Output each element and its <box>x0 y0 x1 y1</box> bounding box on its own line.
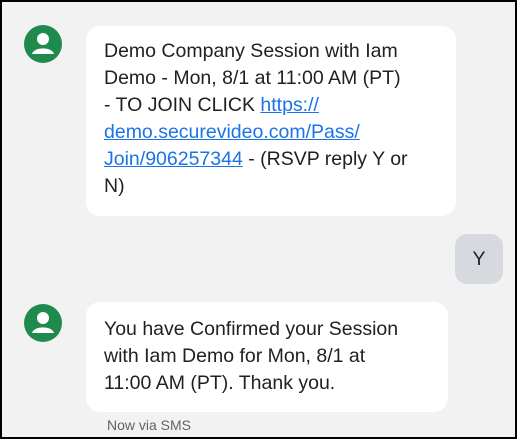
contact-avatar-icon[interactable] <box>24 304 62 342</box>
outgoing-message-bubble[interactable]: Y <box>455 234 503 284</box>
message-line: 11:00 AM (PT). Thank you. <box>104 372 336 394</box>
incoming-message-bubble[interactable]: You have Confirmed your Session with Iam… <box>86 302 448 412</box>
person-icon <box>32 33 54 54</box>
message-thread: Demo Company Session with Iam Demo - Mon… <box>0 0 517 439</box>
message-line: Join/906257344 - (RSVP reply Y or <box>104 146 442 173</box>
message-text: Y <box>472 248 486 270</box>
session-join-link[interactable]: demo.securevideo.com/Pass/ <box>104 121 360 143</box>
message-text: - (RSVP reply Y or <box>242 148 408 170</box>
session-join-link[interactable]: Join/906257344 <box>104 148 243 170</box>
incoming-message-bubble[interactable]: Demo Company Session with Iam Demo - Mon… <box>86 26 456 216</box>
message-line: Demo Company Session with Iam <box>104 40 398 62</box>
message-line: - TO JOIN CLICK https:// <box>104 92 442 119</box>
message-timestamp: Now via SMS <box>107 417 192 433</box>
message-line: You have Confirmed your Session <box>104 318 399 340</box>
message-line: Demo - Mon, 8/1 at 11:00 AM (PT) <box>104 67 401 89</box>
message-line: N) <box>104 175 125 197</box>
session-join-link[interactable]: https:// <box>260 94 319 116</box>
person-icon <box>32 312 54 333</box>
contact-avatar-icon[interactable] <box>24 25 62 63</box>
message-line: demo.securevideo.com/Pass/ <box>104 119 442 146</box>
message-text: - TO JOIN CLICK <box>104 94 261 116</box>
message-line: with Iam Demo for Mon, 8/1 at <box>104 345 366 367</box>
